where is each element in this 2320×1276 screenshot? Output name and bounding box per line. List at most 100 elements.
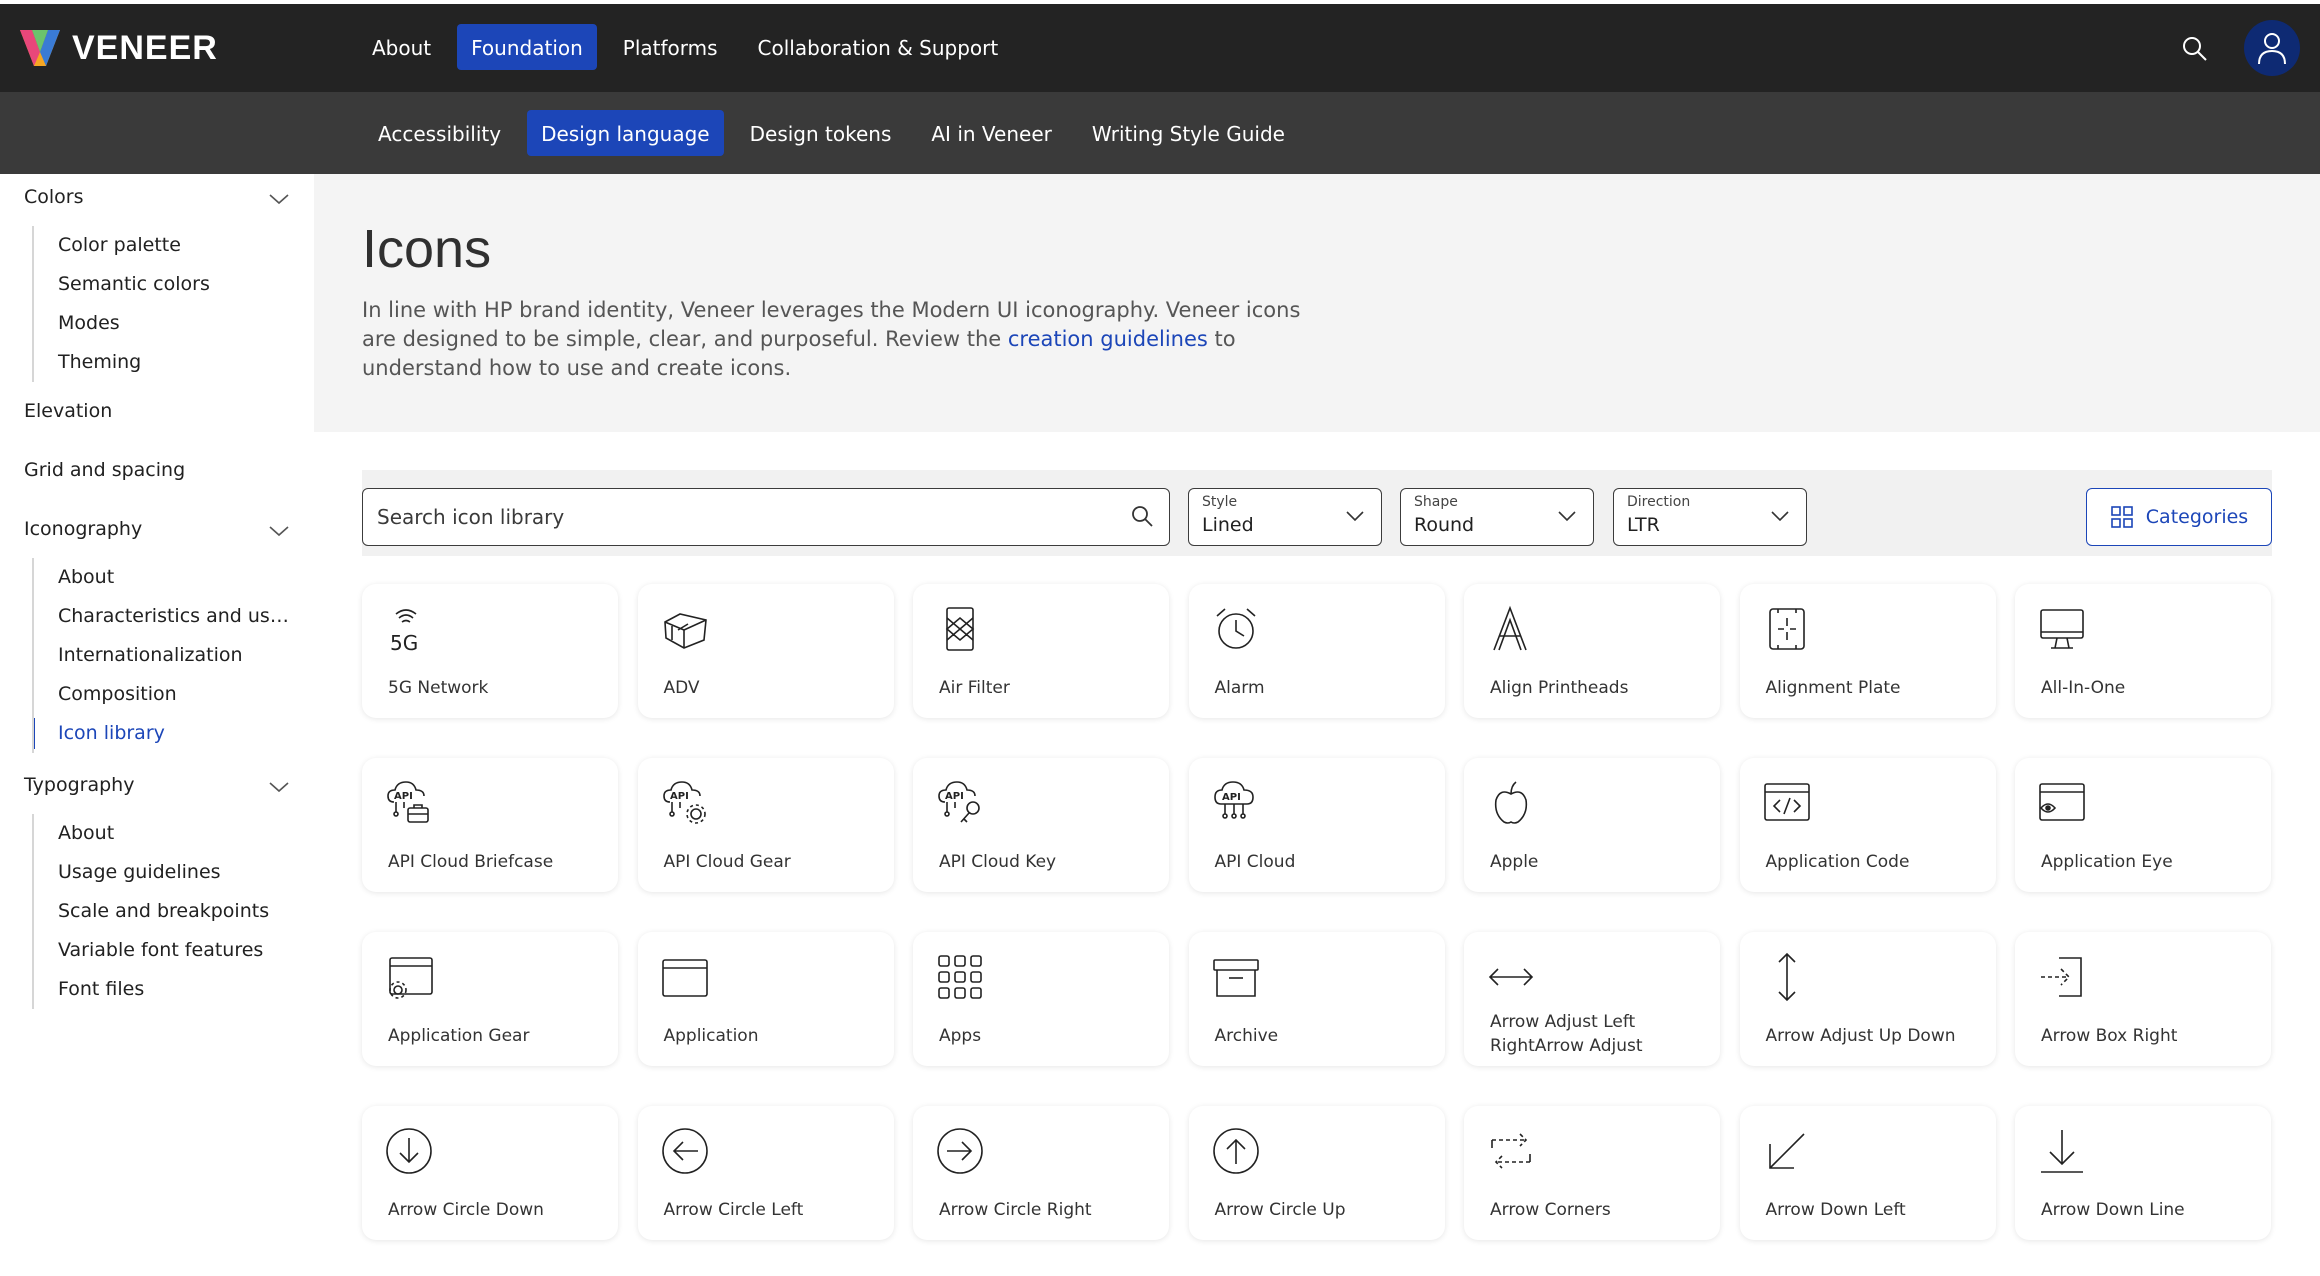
nav-platforms[interactable]: Platforms [609,24,732,70]
icon-card[interactable]: Arrow Adjust Left RightArrow Adjust [1464,932,1720,1066]
icon-card[interactable]: Air Filter [913,584,1169,718]
style-dropdown[interactable]: Style Lined [1188,488,1382,546]
search-icon[interactable] [1129,503,1155,529]
icon-card[interactable]: Alarm [1188,584,1445,718]
icon-card-label: API Cloud Gear [663,852,791,872]
direction-dropdown-label: Direction [1627,494,1691,510]
tab-accessibility[interactable]: Accessibility [364,110,515,156]
nav-about[interactable]: About [358,24,445,70]
chevron-down-icon[interactable] [268,524,290,538]
icon-card[interactable]: Arrow Circle Down [362,1106,618,1240]
icon-card[interactable]: Archive [1188,932,1445,1066]
sidebar-item-usage-guidelines[interactable]: Usage guidelines [34,853,298,892]
icon-card-label: Apple [1490,852,1539,872]
tab-ai-in-veneer[interactable]: AI in Veneer [917,110,1065,156]
page-header: Icons In line with HP brand identity, Ve… [314,174,2320,432]
sidebar-section-typography[interactable]: Typography [24,774,134,796]
icon-card[interactable]: Application Code [1739,758,1996,892]
icon-card[interactable]: Arrow Circle Up [1188,1106,1445,1240]
icon-card[interactable]: API API Cloud Briefcase [362,758,618,892]
icon-card-label: Align Printheads [1490,678,1629,698]
icon-card[interactable]: Arrow Circle Left [637,1106,894,1240]
sidebar-item-about[interactable]: About [34,814,298,853]
icon-search-input[interactable] [377,503,1097,531]
icon-card[interactable]: Arrow Corners [1464,1106,1720,1240]
main-content: Icons In line with HP brand identity, Ve… [314,174,2320,1276]
creation-guidelines-link[interactable]: creation guidelines [1008,327,1208,351]
icon-card[interactable]: Align Printheads [1464,584,1720,718]
icon-card[interactable]: Application [637,932,894,1066]
apps-icon [938,955,982,999]
user-icon [2258,33,2286,65]
direction-dropdown[interactable]: Direction LTR [1613,488,1807,546]
style-dropdown-value: Lined [1202,514,1254,536]
icon-card-label: Arrow Circle Right [939,1200,1092,1220]
sidebar-item-characteristics[interactable]: Characteristics and usage [34,597,298,636]
sidebar-item-semantic-colors[interactable]: Semantic colors [34,265,298,304]
application-code-icon [1763,783,1810,821]
icon-card[interactable]: Arrow Down Left [1739,1106,1996,1240]
user-avatar[interactable] [2244,20,2300,76]
icon-card-label: Application Gear [388,1026,530,1046]
icon-card[interactable]: Arrow Circle Right [913,1106,1169,1240]
nav-collaboration-support[interactable]: Collaboration & Support [744,24,1013,70]
icon-card[interactable]: Application Gear [362,932,618,1066]
icon-card-label: 5G Network [388,678,489,698]
sidebar-item-composition[interactable]: Composition [34,675,298,714]
sidebar-section-colors[interactable]: Colors [24,186,84,208]
svg-text:API: API [394,791,413,802]
sub-navigation-bar: Accessibility Design language Design tok… [0,92,2320,174]
sidebar-item-icon-library[interactable]: Icon library [34,714,298,753]
apple-icon [1494,781,1528,824]
shape-dropdown-label: Shape [1414,494,1458,510]
icon-card[interactable]: Apple [1464,758,1720,892]
sidebar-item-internationalization[interactable]: Internationalization [34,636,298,675]
shape-dropdown[interactable]: Shape Round [1400,488,1594,546]
sidebar-section-elevation[interactable]: Elevation [24,400,112,422]
icon-card-label: Application Code [1765,852,1910,872]
sidebar-section-grid-spacing[interactable]: Grid and spacing [24,459,185,481]
icon-card[interactable]: All-In-One [2015,584,2271,718]
sidebar-item-color-palette[interactable]: Color palette [34,226,298,265]
icon-card[interactable]: ADV [637,584,894,718]
sidebar-item-modes[interactable]: Modes [34,304,298,343]
icon-card-label: Arrow Corners [1490,1200,1611,1220]
chevron-down-icon[interactable] [268,780,290,794]
icon-card-label: All-In-One [2041,678,2126,698]
icon-card-label: Arrow Down Line [2041,1200,2185,1220]
nav-foundation[interactable]: Foundation [457,24,597,70]
icon-card-label: API Cloud Briefcase [388,852,554,872]
chevron-up-icon[interactable] [268,192,290,206]
tab-writing-style-guide[interactable]: Writing Style Guide [1078,110,1299,156]
icon-card[interactable]: Application Eye [2015,758,2271,892]
veneer-logo[interactable]: VENEER [18,28,218,68]
icon-card-label: Air Filter [939,678,1010,698]
sidebar-colors-list: Color palette Semantic colors Modes Them… [32,226,298,382]
icon-card[interactable]: Arrow Box Right [2015,932,2271,1066]
icon-card[interactable]: 5G 5G Network [362,584,618,718]
tab-design-tokens[interactable]: Design tokens [736,110,906,156]
air-filter-icon [945,607,975,651]
categories-button[interactable]: Categories [2086,488,2272,546]
sidebar-item-scale-breakpoints[interactable]: Scale and breakpoints [34,892,298,931]
icon-card[interactable]: Arrow Adjust Up Down [1739,932,1996,1066]
icon-card[interactable]: API API Cloud Key [913,758,1169,892]
icon-card[interactable]: Arrow Down Line [2015,1106,2271,1240]
icon-card[interactable]: Alignment Plate [1739,584,1996,718]
sidebar-item-variable-font[interactable]: Variable font features [34,931,298,970]
arrow-circle-left-icon [661,1128,708,1174]
sidebar-item-theming[interactable]: Theming [34,343,298,382]
icon-search-box[interactable] [362,488,1170,546]
arrow-adjust-up-down-icon [1777,952,1796,1002]
icon-card-label: Application [663,1026,759,1046]
icon-card[interactable]: Apps [913,932,1169,1066]
sidebar-item-font-files[interactable]: Font files [34,970,298,1009]
icon-card[interactable]: API API Cloud [1188,758,1445,892]
application-eye-icon [2039,783,2085,821]
tab-design-language[interactable]: Design language [527,110,724,156]
icon-card[interactable]: API API Cloud Gear [637,758,894,892]
search-icon[interactable] [2180,34,2210,64]
icon-card-label: Arrow Adjust Up Down [1765,1026,1956,1046]
sidebar-section-iconography[interactable]: Iconography [24,518,142,540]
sidebar-item-about[interactable]: About [34,558,298,597]
